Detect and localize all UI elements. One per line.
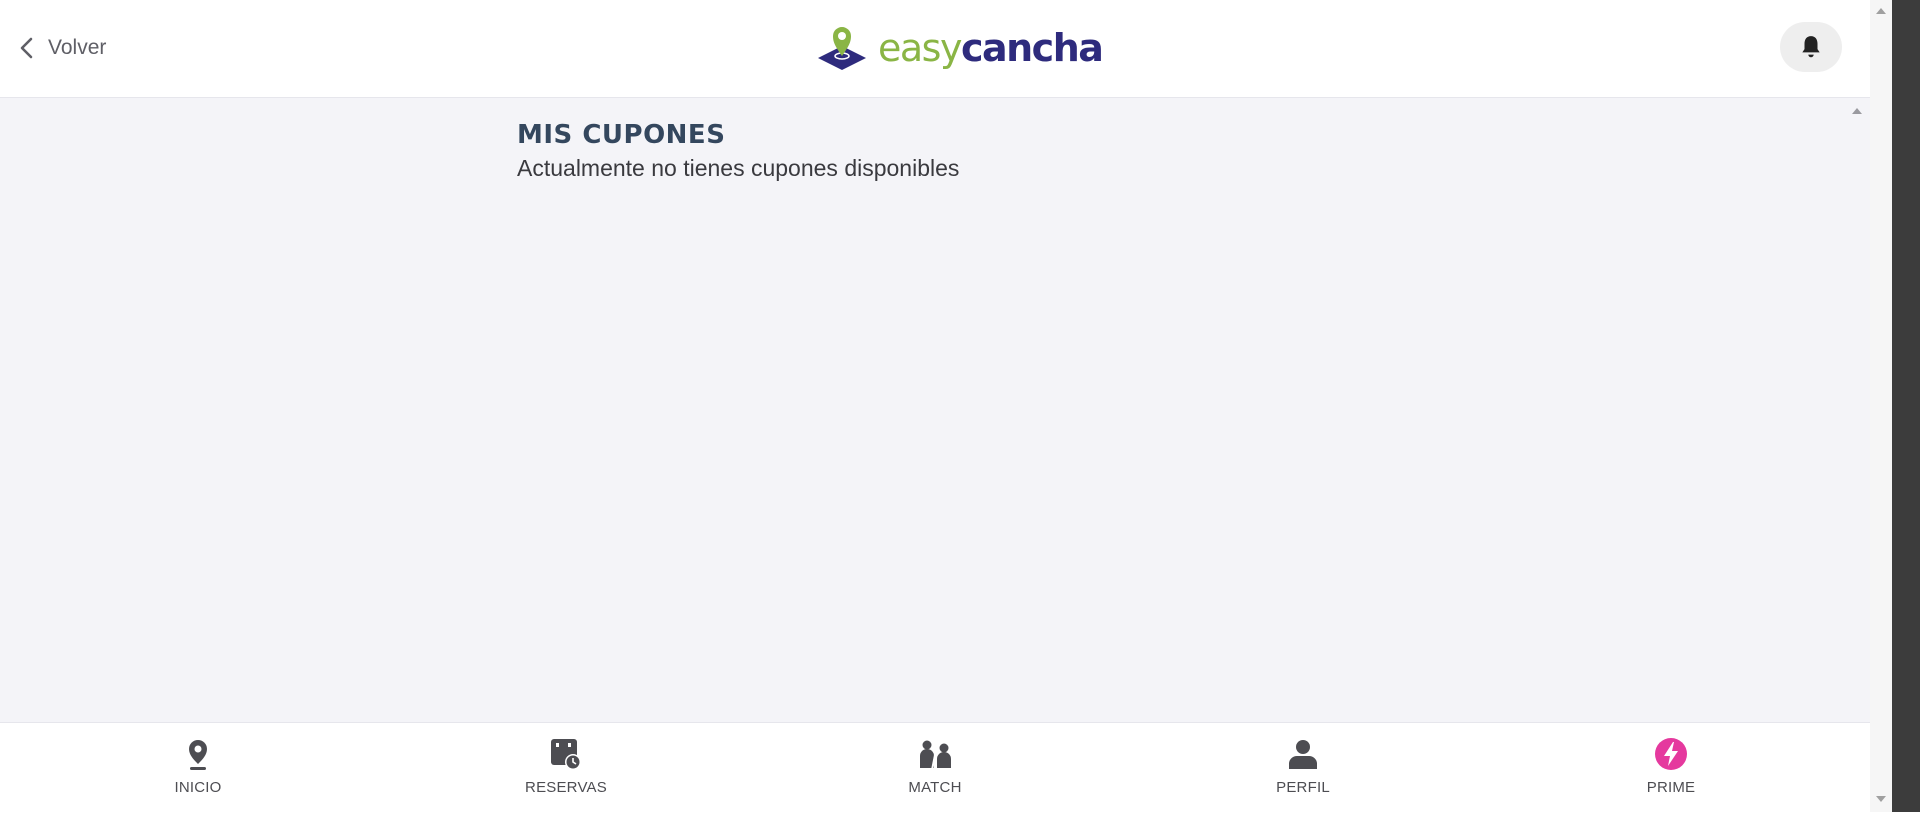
nav-label-perfil: PERFIL — [1276, 779, 1330, 796]
scroll-down-icon[interactable] — [1876, 796, 1886, 802]
content-scrollbar[interactable] — [1845, 98, 1870, 722]
easycancha-logo[interactable]: easycancha — [816, 22, 1104, 74]
back-button[interactable]: Volver — [18, 30, 106, 66]
logo-pin-icon — [818, 27, 866, 70]
logo-text: easycancha — [878, 26, 1104, 70]
scroll-up-arrow-icon[interactable] — [1852, 108, 1862, 114]
nav-item-prime[interactable]: PRIME — [1601, 723, 1741, 813]
calendar-clock-icon — [551, 739, 581, 770]
main-content — [0, 98, 1845, 722]
bottom-navigation: INICIO RESERVAS MATCH PERFIL PRIME — [0, 722, 1870, 813]
nav-item-inicio[interactable]: INICIO — [128, 723, 268, 813]
logo-text-easy: easy — [878, 26, 962, 70]
nav-label-reservas: RESERVAS — [525, 779, 607, 796]
page-title: MIS CUPONES — [517, 120, 726, 150]
empty-coupons-message: Actualmente no tienes cupones disponible… — [517, 155, 960, 181]
players-versus-icon — [920, 739, 951, 771]
notifications-button[interactable] — [1780, 22, 1842, 72]
user-icon — [1289, 740, 1317, 769]
nav-item-reservas[interactable]: RESERVAS — [496, 723, 636, 813]
window-edge — [1892, 0, 1920, 812]
nav-item-perfil[interactable]: PERFIL — [1233, 723, 1373, 813]
bell-icon — [1802, 36, 1820, 58]
nav-label-match: MATCH — [908, 779, 962, 796]
nav-item-match[interactable]: MATCH — [865, 723, 1005, 813]
nav-label-inicio: INICIO — [174, 779, 222, 796]
top-header: Volver easycancha — [0, 0, 1870, 98]
nav-label-prime: PRIME — [1646, 779, 1696, 796]
scroll-up-icon[interactable] — [1876, 8, 1886, 14]
location-pin-icon — [189, 740, 207, 770]
chevron-left-icon — [20, 37, 33, 59]
lightning-icon — [1655, 738, 1687, 770]
window-scrollbar[interactable] — [1870, 0, 1892, 812]
logo-text-cancha: cancha — [960, 26, 1104, 70]
back-label: Volver — [48, 36, 107, 59]
